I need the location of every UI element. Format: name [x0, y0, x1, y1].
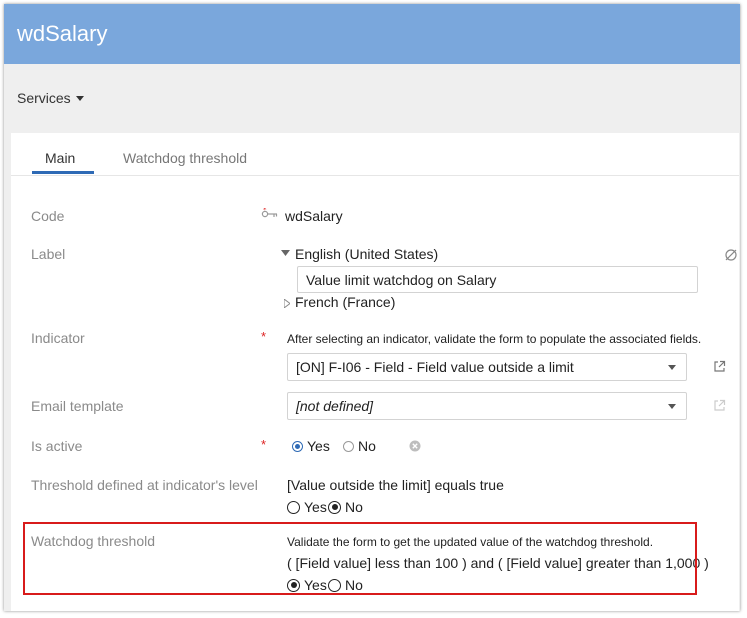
indicator-select-value: [ON] F-I06 - Field - Field value outside… [296, 359, 574, 375]
indicator-select[interactable]: [ON] F-I06 - Field - Field value outside… [287, 353, 687, 381]
threshold-indicator-yes-label: Yes [304, 499, 327, 515]
required-marker: * [261, 329, 267, 344]
radio-unselected-icon[interactable] [343, 440, 354, 452]
clear-icon[interactable] [409, 440, 421, 452]
dropdown-arrow-icon [668, 404, 676, 409]
tab-main[interactable]: Main [45, 150, 75, 166]
lang-french[interactable]: French (France) [295, 294, 395, 310]
caret-down-icon [75, 95, 84, 101]
threshold-indicator-yes-option: Yes [287, 499, 327, 515]
radio-unselected-icon [287, 500, 300, 514]
is-active-yes-option[interactable]: Yes [292, 438, 330, 454]
label-english-input[interactable]: Value limit watchdog on Salary [297, 266, 698, 293]
tab-bar: Main Watchdog threshold [11, 133, 739, 176]
is-active-yes-label: Yes [307, 438, 330, 454]
watchdog-threshold-highlight [23, 522, 697, 595]
radio-selected-icon[interactable] [292, 440, 303, 452]
tab-watchdog-threshold[interactable]: Watchdog threshold [123, 150, 247, 166]
is-active-no-label: No [358, 438, 376, 454]
no-translation-icon[interactable] [724, 248, 738, 262]
svg-text:*: * [263, 208, 267, 214]
is-active-label: Is active [31, 438, 83, 454]
label-label: Label [31, 246, 66, 262]
title-bar: wdSalary [4, 4, 740, 64]
services-label: Services [17, 90, 71, 106]
code-label: Code [31, 208, 65, 224]
key-required-icon: * [261, 208, 278, 218]
app-title: wdSalary [17, 21, 108, 46]
services-menu[interactable]: Services [17, 90, 84, 106]
triangle-down-icon[interactable] [281, 250, 290, 257]
triangle-right-icon[interactable] [284, 299, 290, 308]
required-marker: * [261, 437, 267, 452]
indicator-label: Indicator [31, 330, 85, 346]
email-template-select-value: [not defined] [296, 398, 374, 414]
email-template-select[interactable]: [not defined] [287, 392, 687, 420]
indicator-hint: After selecting an indicator, validate t… [287, 332, 702, 346]
external-link-icon[interactable] [713, 360, 726, 373]
external-link-icon-disabled [714, 399, 726, 411]
code-value: wdSalary [285, 208, 343, 224]
threshold-indicator-no-option: No [328, 499, 363, 515]
is-active-no-option[interactable]: No [343, 438, 376, 454]
threshold-indicator-expression: [Value outside the limit] equals true [287, 477, 504, 493]
threshold-indicator-no-label: No [345, 499, 363, 515]
app-window: wdSalary Services Main Watchdog threshol… [4, 4, 740, 611]
lang-english[interactable]: English (United States) [295, 246, 438, 262]
email-template-label: Email template [31, 398, 124, 414]
radio-selected-icon [328, 500, 341, 514]
dropdown-arrow-icon [668, 365, 676, 370]
threshold-indicator-label: Threshold defined at indicator's level [31, 477, 258, 493]
active-tab-indicator [32, 171, 94, 174]
